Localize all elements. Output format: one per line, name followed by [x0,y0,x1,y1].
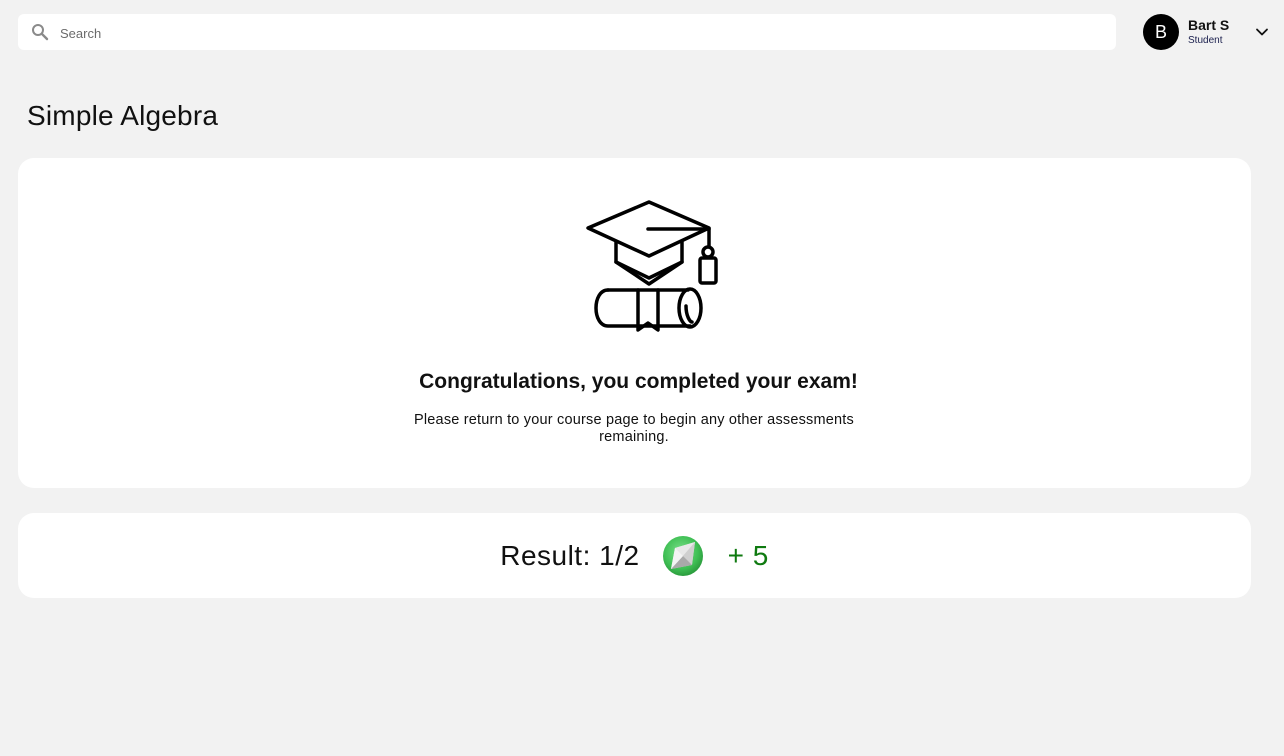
page-title: Simple Algebra [27,100,219,131]
user-name: Bart S [1188,17,1230,34]
search-input[interactable] [58,14,1102,52]
result-score: Result: 1/2 [500,539,640,571]
completion-message: Please return to your course page to beg… [414,412,854,445]
result-row: Result: 1/2 + 5 [18,513,1251,598]
points-earned: + 5 [727,539,769,571]
graduation-icon [586,200,718,332]
gem-icon [662,535,703,576]
top-bar: B Bart S Student [0,0,1284,64]
search-icon [32,24,49,41]
avatar[interactable]: B [1143,14,1179,50]
user-info: Bart S Student [1188,17,1230,46]
result-card: Result: 1/2 + 5 [18,513,1251,598]
completion-card: Congratulations, you completed your exam… [18,158,1251,488]
chevron-down-icon[interactable] [1255,25,1269,39]
completion-heading: Congratulations, you completed your exam… [419,370,858,393]
user-role: Student [1188,34,1223,46]
search-bar[interactable] [18,14,1116,52]
user-menu[interactable]: B Bart S Student [1143,14,1269,50]
